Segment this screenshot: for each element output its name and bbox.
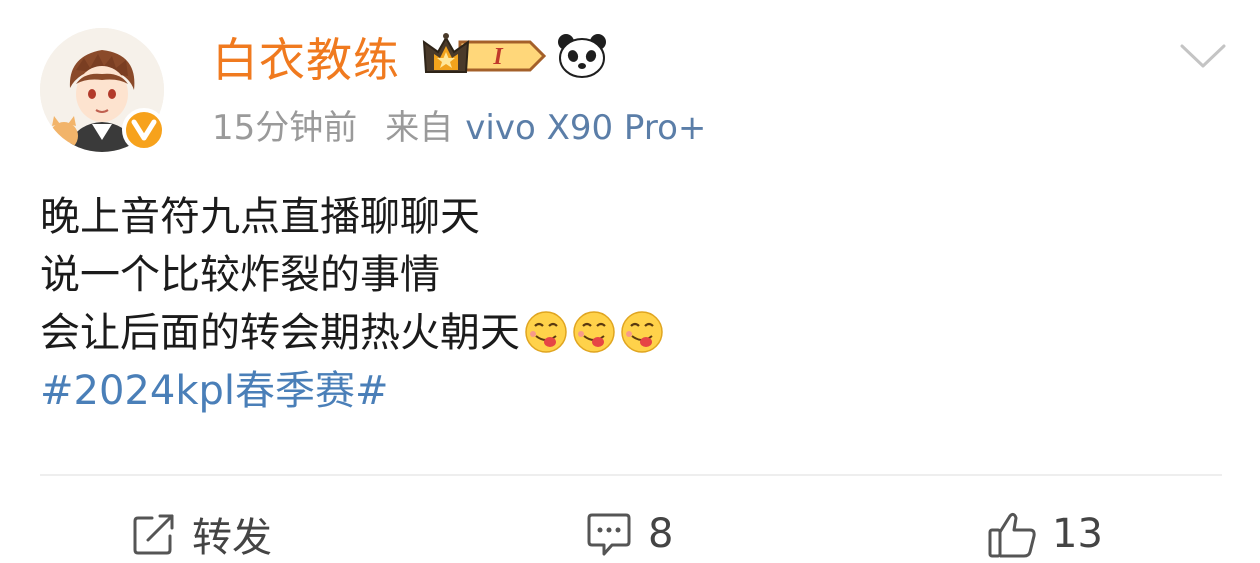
thumbs-up-icon [988,512,1036,558]
badge-level-text: I [492,44,504,70]
post-line-with-emoji: 会让后面的转会期热火朝天 [40,304,664,362]
post-time: 15分钟前 [212,108,358,148]
comment-button[interactable]: 8 [584,506,673,562]
post-line-text: 会让后面的转会期热火朝天 [40,310,520,356]
post-content: 晚上音符九点直播聊聊天 说一个比较炸裂的事情 会让后面的转会期热火朝天 #202… [40,188,664,420]
source-prefix: 来自 [385,108,454,148]
post-meta: 15分钟前 来自 vivo X90 Pro+ [212,104,706,152]
crown-badge-icon[interactable]: I [420,30,548,82]
comment-count: 8 [648,511,674,557]
yum-emoji-icon [621,311,663,353]
panda-icon [558,34,606,78]
post-line: 说一个比较炸裂的事情 [40,252,440,298]
repost-icon [133,514,174,555]
verified-v-icon [122,108,166,152]
yum-emoji-icon [525,311,567,353]
like-button[interactable]: 13 [986,506,1103,562]
repost-button[interactable]: 转发 [130,506,272,562]
like-count: 13 [1052,511,1103,557]
divider [40,474,1222,476]
post-line: 晚上音符九点直播聊聊天 [40,194,480,240]
chevron-down-icon[interactable] [1178,40,1228,72]
weibo-post-card: 白衣教练 I 15分钟前 来自 vivo X90 Pro+ 晚上音符九点直播聊聊天 … [0,0,1260,561]
author-name[interactable]: 白衣教练 [212,32,400,88]
hashtag-link[interactable]: #2024kpl春季赛# [40,362,664,420]
source-device-link[interactable]: vivo X90 Pro+ [465,108,706,148]
comment-icon [587,513,631,556]
yum-emoji-icon [573,311,615,353]
repost-label: 转发 [192,515,272,561]
